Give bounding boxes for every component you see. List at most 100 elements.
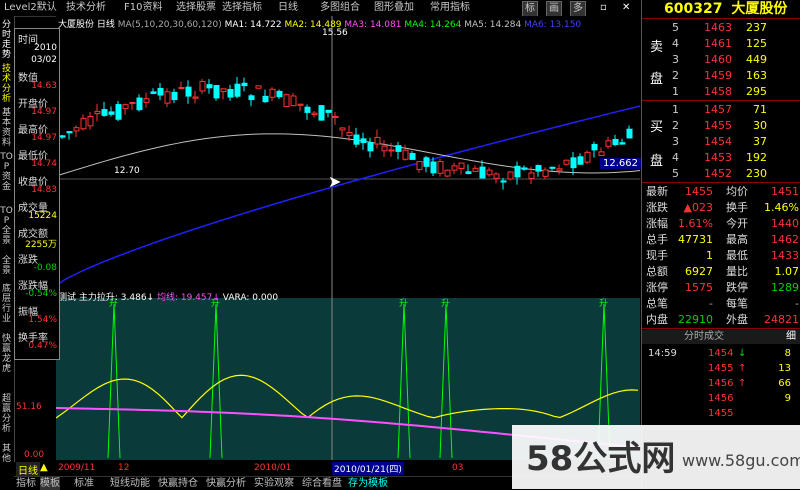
stat-value: 47731 bbox=[678, 233, 713, 246]
stat-row: 涨跌 ▲023 换手 1.46% bbox=[642, 200, 800, 216]
candle-body bbox=[402, 149, 409, 160]
period-arrow-icon[interactable]: ▲ bbox=[40, 462, 48, 473]
ask-row[interactable]: 2 1459 163 bbox=[642, 68, 800, 84]
info-value: 14.63 bbox=[31, 81, 57, 91]
tick-price: 1454 bbox=[708, 348, 734, 359]
candle-body bbox=[542, 169, 549, 177]
f10-button[interactable]: F10资料 bbox=[122, 1, 164, 15]
candle-body bbox=[444, 169, 451, 177]
multi-chart-button[interactable]: 多图组合 bbox=[318, 1, 362, 15]
candle-body bbox=[164, 91, 171, 104]
cursor-date: 2010/01/21(四) bbox=[332, 462, 404, 475]
ticks-detail-tab[interactable]: 细 bbox=[786, 330, 796, 344]
stat-value: 1 bbox=[706, 249, 713, 262]
tab-save-template[interactable]: 存为模板 bbox=[348, 477, 388, 490]
candle-body bbox=[612, 138, 619, 145]
tab-template[interactable]: 模板 bbox=[40, 477, 60, 490]
ask-price: 1461 bbox=[704, 37, 732, 50]
tab-overview[interactable]: 综合看盘 bbox=[302, 477, 342, 490]
candle-body bbox=[297, 103, 304, 106]
indicator-level-0: 0.00 bbox=[24, 450, 45, 460]
info-time-year: 2010 bbox=[34, 43, 57, 53]
vtab-other[interactable]: 其他 bbox=[0, 444, 13, 464]
tab-quick-analysis[interactable]: 快赢分析 bbox=[206, 477, 246, 490]
ask-row[interactable]: 3 1460 449 bbox=[642, 52, 800, 68]
candle-body bbox=[213, 84, 220, 99]
tick-arrow: ↑ bbox=[738, 378, 747, 389]
candle-body bbox=[143, 98, 150, 103]
vtab-intraday[interactable]: 分时走势 bbox=[0, 20, 13, 60]
select-indicator-button[interactable]: 选择指标 bbox=[220, 1, 264, 15]
candle-body bbox=[276, 90, 283, 98]
layout-menu[interactable]: Level2默认 bbox=[2, 1, 59, 15]
stat-row: 涨幅 1.61% 今开 1440 bbox=[642, 216, 800, 232]
common-indicator-button[interactable]: 常用指标 bbox=[428, 1, 472, 15]
tech-analysis-button[interactable]: 技术分析 bbox=[64, 1, 108, 15]
indicator-line1: 主力拉升: 3.486↓ bbox=[78, 293, 155, 303]
select-stock-button[interactable]: 选择股票 bbox=[174, 1, 218, 15]
date-tick: 12 bbox=[118, 463, 130, 473]
info-open: 14.97 bbox=[31, 107, 57, 117]
tab-draw[interactable]: 画 bbox=[546, 1, 562, 17]
ask-row[interactable]: 5 1463 237 bbox=[642, 20, 800, 36]
tab-quick-position[interactable]: 快赢持仓 bbox=[158, 477, 198, 490]
stat-label: 总手 bbox=[646, 233, 668, 246]
stat-value: 1.07 bbox=[774, 265, 800, 278]
bid-row[interactable]: 4 1453 192 bbox=[642, 150, 800, 166]
daily-button[interactable]: 日线 bbox=[276, 1, 300, 15]
bid-row[interactable]: 2 1455 30 bbox=[642, 118, 800, 134]
ma-value: MA3: 14.081 bbox=[341, 20, 402, 30]
ask-volume: 237 bbox=[746, 21, 767, 34]
tick-volume: 8 bbox=[784, 348, 791, 359]
ask-row[interactable]: 1 1458 295 bbox=[642, 84, 800, 100]
left-vertical-tabs: 分时走势 技术分析 基本资料 TOP资金 TOP全景 全景 底层行业 快赢龙虎 … bbox=[0, 16, 15, 464]
vtab-top-panorama[interactable]: TOP全景 bbox=[0, 206, 13, 246]
vtab-top-fund[interactable]: TOP资金 bbox=[0, 152, 13, 192]
bid-row[interactable]: 3 1454 37 bbox=[642, 134, 800, 150]
candle-body bbox=[66, 131, 73, 134]
tab-multi[interactable]: 多 bbox=[570, 1, 586, 17]
stat-row: 总额 6927 量比 1.07 bbox=[642, 264, 800, 280]
overlay-button[interactable]: 图形叠加 bbox=[372, 1, 416, 15]
bid-volume: 37 bbox=[753, 135, 767, 148]
bid-row[interactable]: 5 1452 230 bbox=[642, 166, 800, 182]
bid-row[interactable]: 1 1457 71 bbox=[642, 102, 800, 118]
ma-value: MA4: 14.264 bbox=[401, 20, 462, 30]
vtab-panorama[interactable]: 全景 bbox=[0, 256, 13, 276]
ticks-header-row: 分时成交 细 bbox=[642, 330, 800, 344]
stat-label: 换手 bbox=[726, 201, 748, 214]
tab-mark[interactable]: 标 bbox=[522, 1, 538, 17]
date-tick: 2009/11 bbox=[58, 463, 96, 473]
candle-body bbox=[591, 143, 598, 151]
candle-body bbox=[626, 128, 633, 139]
tab-standard[interactable]: 标准 bbox=[74, 477, 94, 490]
tab-short-momentum[interactable]: 短线动能 bbox=[110, 477, 150, 490]
candle-body bbox=[241, 82, 248, 87]
info-time-date: 03/02 bbox=[31, 55, 57, 65]
vtab-sector[interactable]: 底层行业 bbox=[0, 284, 13, 324]
close-icon[interactable]: ✕ bbox=[620, 1, 632, 15]
bid-price: 1454 bbox=[704, 135, 732, 148]
tick-volume: 9 bbox=[784, 393, 791, 404]
signal-spike bbox=[397, 303, 411, 459]
vtab-dragon[interactable]: 快赢龙虎 bbox=[0, 334, 13, 374]
price-chart[interactable]: 大厦股份 日线 MA(5,10,20,30,60,120) MA1: 14.72… bbox=[56, 16, 641, 298]
stat-label: 现手 bbox=[646, 249, 668, 262]
bid-price: 1455 bbox=[704, 119, 732, 132]
vtab-basic[interactable]: 基本资料 bbox=[0, 108, 13, 148]
minimize-icon[interactable]: ▫ bbox=[598, 1, 609, 15]
vtab-tech[interactable]: 技术分析 bbox=[0, 64, 13, 104]
period-selector[interactable]: 日线 bbox=[16, 462, 40, 477]
ask-row[interactable]: 4 1461 125 bbox=[642, 36, 800, 52]
ask-price: 1460 bbox=[704, 53, 732, 66]
tab-indicator[interactable]: 指标 bbox=[16, 477, 36, 490]
stat-value: 1289 bbox=[771, 281, 799, 294]
candle-body bbox=[206, 84, 213, 89]
stat-row: 最新 1455 均价 1451 bbox=[642, 184, 800, 200]
tab-experiment[interactable]: 实验观察 bbox=[254, 477, 294, 490]
candle-body bbox=[430, 161, 437, 174]
candle-body bbox=[283, 94, 290, 107]
info-change-pct: -0.54% bbox=[25, 289, 57, 299]
tick-arrow: ↑ bbox=[738, 363, 747, 374]
vtab-super[interactable]: 超赢分析 bbox=[0, 394, 13, 434]
